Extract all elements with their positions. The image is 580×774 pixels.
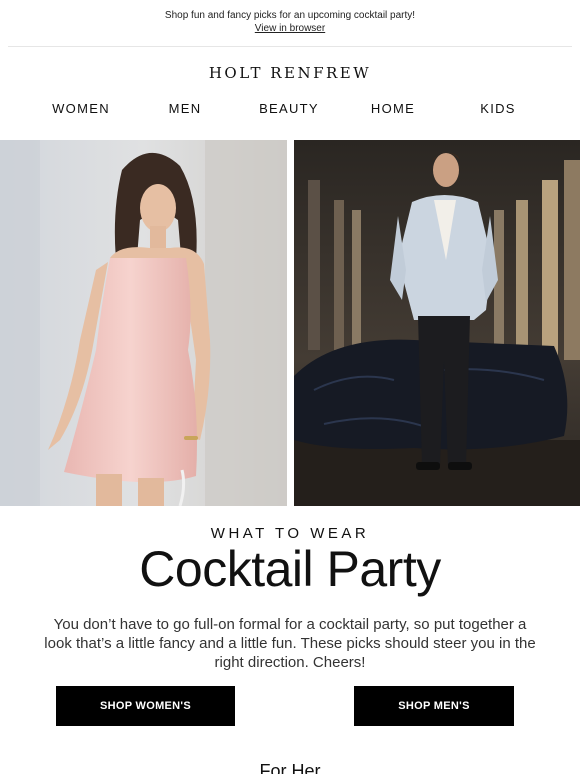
nav-item-home[interactable]: HOME <box>371 101 415 116</box>
hero-images <box>0 140 580 506</box>
view-in-browser-link[interactable]: View in browser <box>255 23 325 34</box>
nav-item-women[interactable]: WOMEN <box>52 101 110 116</box>
main-nav: WOMEN MEN BEAUTY HOME KIDS <box>0 101 580 117</box>
hero-image-men[interactable] <box>294 140 580 506</box>
page-headline: Cocktail Party <box>139 541 441 597</box>
woman-in-pink-dress-illustration <box>0 140 287 506</box>
preheader: Shop fun and fancy picks for an upcoming… <box>0 9 580 35</box>
nav-item-kids[interactable]: KIDS <box>480 101 516 116</box>
nav-item-men[interactable]: MEN <box>169 101 202 116</box>
for-her-heading: For Her <box>259 761 321 774</box>
shop-mens-button[interactable]: SHOP MEN'S <box>354 686 514 726</box>
intro-paragraph: You don’t have to go full-on formal for … <box>44 616 536 671</box>
brand-logo[interactable]: HOLT RENFREW <box>0 64 580 82</box>
preheader-text: Shop fun and fancy picks for an upcoming… <box>164 10 416 21</box>
header-divider <box>8 46 572 47</box>
nav-item-beauty[interactable]: BEAUTY <box>259 101 319 116</box>
man-in-blazer-illustration <box>294 140 580 506</box>
shop-womens-button[interactable]: SHOP WOMEN'S <box>56 686 235 726</box>
hero-image-women[interactable] <box>0 140 287 506</box>
